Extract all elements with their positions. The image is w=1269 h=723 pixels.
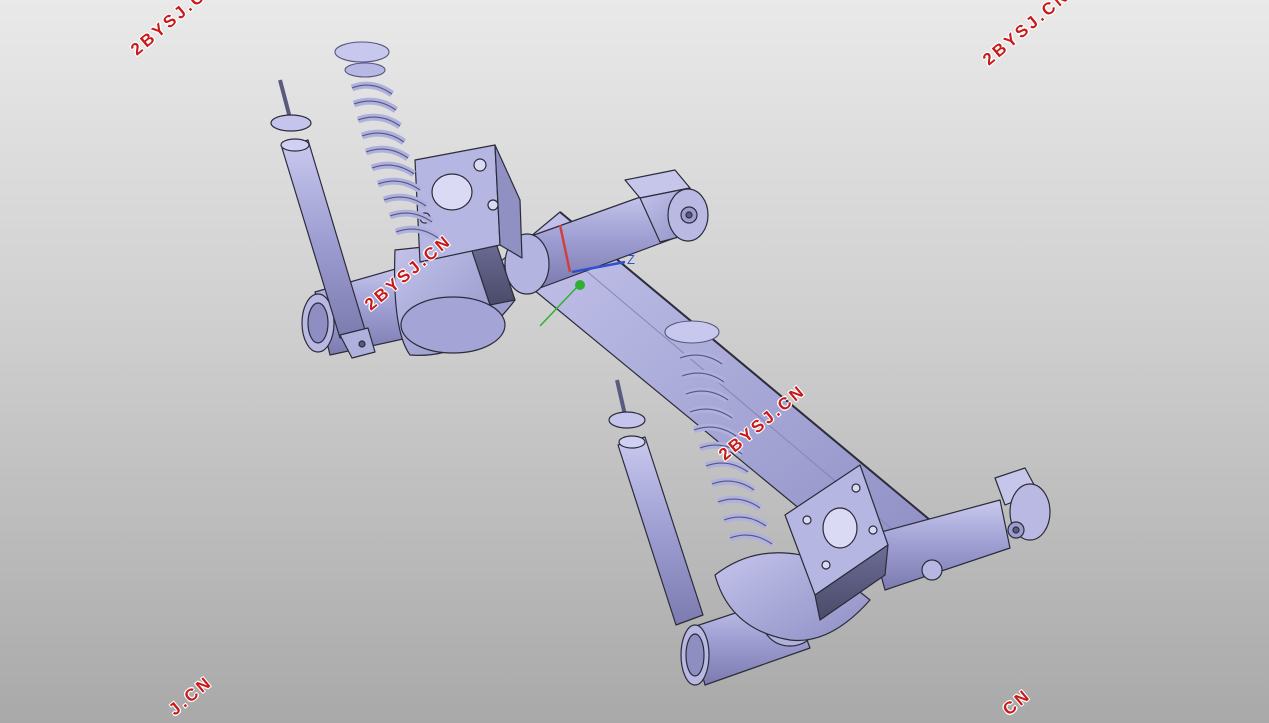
axis-z-label: Z xyxy=(627,252,635,267)
suspension-assembly-model[interactable]: Z xyxy=(0,0,1269,723)
cad-viewport[interactable]: Z 2BYSJ.CN 2BYSJ.CN 2BYSJ.CN 2BYSJ.CN J.… xyxy=(0,0,1269,723)
right-shock-rod xyxy=(615,379,627,416)
right-shock-body xyxy=(617,436,704,626)
left-shock-rod xyxy=(278,79,292,119)
